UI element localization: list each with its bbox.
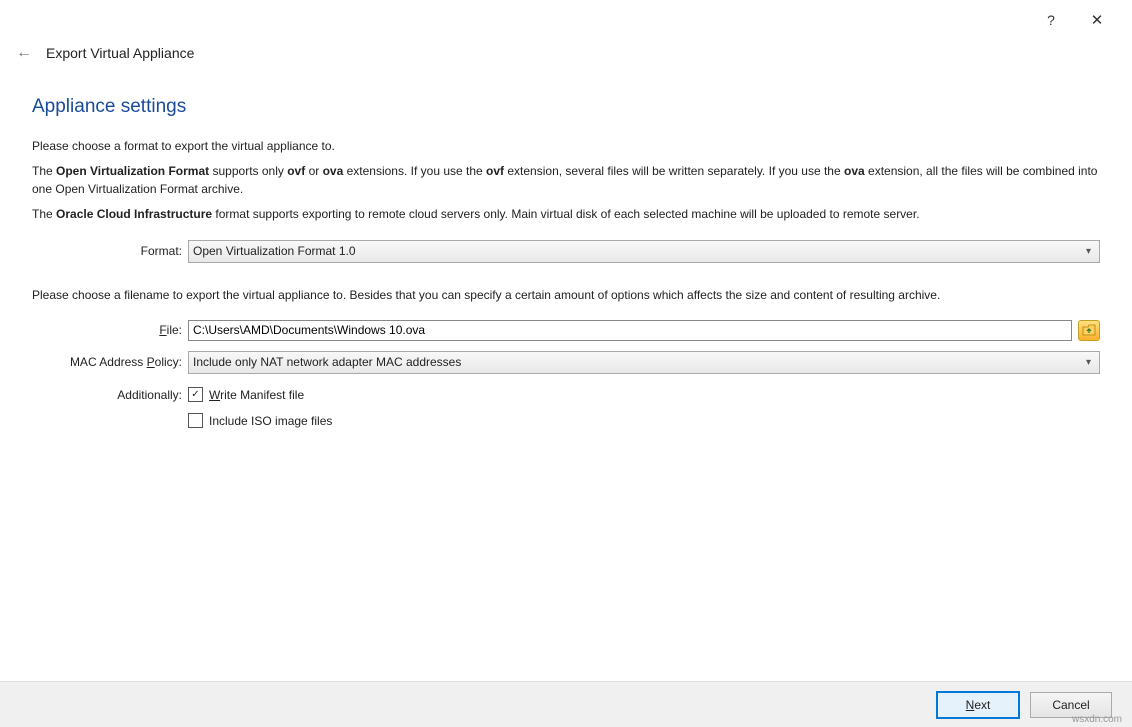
t: ovf [287, 164, 305, 178]
t: ovf [486, 164, 504, 178]
folder-up-icon [1082, 324, 1096, 336]
file-description: Please choose a filename to export the v… [32, 287, 1100, 304]
mac-value: Include only NAT network adapter MAC add… [193, 355, 1082, 369]
oci-description: The Oracle Cloud Infrastructure format s… [32, 206, 1100, 223]
help-button[interactable]: ? [1028, 5, 1074, 35]
close-button[interactable]: ✕ [1074, 5, 1120, 35]
t: Oracle Cloud Infrastructure [56, 207, 212, 221]
back-arrow-icon[interactable]: ← [16, 44, 32, 62]
t: ova [844, 164, 865, 178]
content-area: Appliance settings Please choose a forma… [0, 74, 1132, 432]
write-manifest-checkbox[interactable]: ✓ [188, 387, 203, 402]
page-title: Export Virtual Appliance [46, 45, 194, 61]
format-select[interactable]: Open Virtualization Format 1.0 ▾ [188, 240, 1100, 263]
chevron-down-icon: ▾ [1082, 246, 1095, 257]
wizard-header: ← Export Virtual Appliance [0, 40, 1132, 74]
include-iso-checkbox[interactable] [188, 413, 203, 428]
file-label: File: [32, 323, 188, 337]
ovf-description: The Open Virtualization Format supports … [32, 163, 1100, 198]
file-row: File: [32, 320, 1100, 341]
browse-folder-button[interactable] [1078, 320, 1100, 341]
t: extensions. If you use the [347, 164, 486, 178]
additionally-label: Additionally: [32, 388, 188, 402]
format-row: Format: Open Virtualization Format 1.0 ▾ [32, 240, 1100, 263]
write-manifest-label: Write Manifest file [209, 388, 304, 402]
t: supports only [213, 164, 288, 178]
t: format supports exporting to remote clou… [215, 207, 919, 221]
watermark-text: wsxdn.com [1072, 714, 1122, 725]
titlebar: ? ✕ [0, 0, 1132, 40]
mac-policy-select[interactable]: Include only NAT network adapter MAC add… [188, 351, 1100, 374]
format-value: Open Virtualization Format 1.0 [193, 244, 1082, 258]
t: Open Virtualization Format [56, 164, 209, 178]
t: The [32, 164, 56, 178]
footer-bar: Next Cancel [0, 681, 1132, 727]
t: ova [323, 164, 344, 178]
intro-text: Please choose a format to export the vir… [32, 138, 1100, 155]
t: extension, several files will be written… [507, 164, 844, 178]
mac-row: MAC Address Policy: Include only NAT net… [32, 351, 1100, 374]
additionally-row-2: Include ISO image files [32, 410, 1100, 432]
section-heading: Appliance settings [32, 96, 1100, 118]
mac-label: MAC Address Policy: [32, 355, 188, 369]
chevron-down-icon: ▾ [1082, 357, 1095, 368]
format-label: Format: [32, 244, 188, 258]
next-button[interactable]: Next [936, 691, 1020, 719]
additionally-row-1: Additionally: ✓ Write Manifest file [32, 384, 1100, 406]
t: The [32, 207, 56, 221]
t: or [309, 164, 323, 178]
file-input[interactable] [188, 320, 1072, 341]
include-iso-label: Include ISO image files [209, 414, 332, 428]
